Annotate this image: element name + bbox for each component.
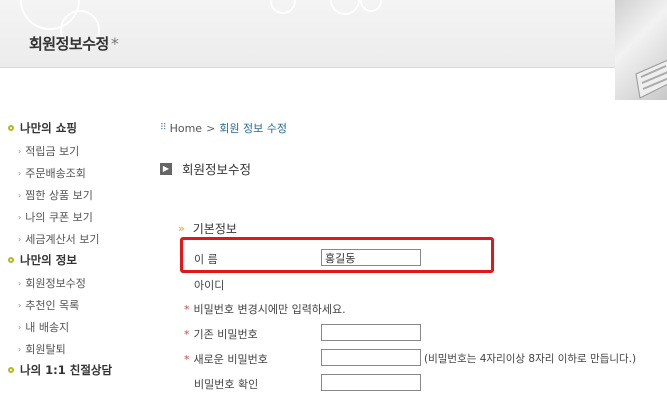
current-password-field[interactable] bbox=[321, 324, 421, 341]
chevron-right-icon: › bbox=[18, 300, 22, 310]
password-note-text: 비밀번호 변경시에만 입력하세요. bbox=[193, 303, 346, 316]
name-field[interactable] bbox=[321, 249, 421, 266]
nav-item-order-tracking[interactable]: › 주문배송조회 bbox=[8, 162, 148, 184]
nav-group-label: 나만의 쇼핑 bbox=[20, 121, 77, 135]
breadcrumb-home[interactable]: Home bbox=[170, 122, 202, 135]
id-label: 아이디 bbox=[194, 279, 225, 292]
page-title: 회원정보수정 bbox=[182, 162, 252, 177]
nav-item-points[interactable]: › 적립금 보기 bbox=[8, 140, 148, 162]
nav-group-label: 나만의 정보 bbox=[20, 253, 77, 267]
nav-item-coupons[interactable]: › 나의 쿠폰 보기 bbox=[8, 206, 148, 228]
current-password-label: * 기존 비밀번호 bbox=[184, 326, 258, 342]
double-chevron-icon: » bbox=[178, 222, 185, 235]
nav-group-shopping[interactable]: 나만의 쇼핑 bbox=[8, 118, 148, 138]
bullet-circle-icon bbox=[8, 257, 14, 263]
decor-circle bbox=[330, 0, 360, 15]
new-password-hint: (비밀번호는 4자리이상 8자리 이하로 만듭니다.) bbox=[424, 353, 637, 365]
confirm-password-label: 비밀번호 확인 bbox=[194, 378, 259, 391]
nav-group-label: 나의 1:1 친절상담 bbox=[20, 363, 113, 377]
chevron-right-icon: › bbox=[18, 234, 22, 244]
sidebar-nav: 나만의 쇼핑 › 적립금 보기 › 주문배송조회 › 찜한 상품 보기 › 나의 쿠폰 … bbox=[8, 118, 148, 382]
section-title: » 기본정보 bbox=[178, 220, 237, 237]
breadcrumb-separator: > bbox=[206, 121, 216, 135]
decor-circle bbox=[270, 0, 296, 14]
square-arrow-icon: ▶ bbox=[160, 162, 172, 175]
breadcrumb-current: 회원 정보 수정 bbox=[219, 122, 288, 135]
chevron-right-icon: › bbox=[18, 212, 22, 222]
chevron-right-icon: › bbox=[18, 278, 22, 288]
nav-item-label: 추천인 목록 bbox=[25, 299, 80, 312]
header-banner: 회원정보수정 * bbox=[0, 0, 615, 68]
nav-item-label: 회원탈퇴 bbox=[25, 343, 66, 356]
keyboard-icon bbox=[635, 59, 667, 99]
nav-item-label: 적립금 보기 bbox=[25, 145, 80, 158]
decor-circle bbox=[360, 0, 382, 12]
page-title-row: ▶ 회원정보수정 bbox=[160, 159, 251, 178]
nav-item-referrals[interactable]: › 추천인 목록 bbox=[8, 294, 148, 316]
breadcrumb: ⠿ Home > 회원 정보 수정 bbox=[160, 120, 287, 136]
chevron-right-icon: › bbox=[18, 190, 22, 200]
nav-item-edit-profile[interactable]: › 회원정보수정 bbox=[8, 272, 148, 294]
nav-item-label: 찜한 상품 보기 bbox=[25, 189, 93, 202]
password-note: * 비밀번호 변경시에만 입력하세요. bbox=[184, 301, 346, 317]
required-mark: * bbox=[184, 328, 190, 341]
section-title-text: 기본정보 bbox=[192, 222, 237, 236]
confirm-password-field[interactable] bbox=[321, 374, 421, 391]
chevron-right-icon: › bbox=[18, 146, 22, 156]
nav-item-wishlist[interactable]: › 찜한 상품 보기 bbox=[8, 184, 148, 206]
current-password-label-text: 기존 비밀번호 bbox=[193, 328, 258, 341]
bullet-circle-icon bbox=[8, 367, 14, 373]
nav-item-tax-invoice[interactable]: › 세금계산서 보기 bbox=[8, 228, 148, 250]
nav-item-label: 회원정보수정 bbox=[25, 277, 86, 290]
nav-item-label: 내 배송지 bbox=[25, 321, 70, 334]
header-title-text: 회원정보수정 bbox=[29, 35, 109, 53]
header-title-mark: * bbox=[110, 34, 119, 53]
nav-item-label: 나의 쿠폰 보기 bbox=[25, 211, 93, 224]
bullet-circle-icon bbox=[8, 125, 14, 131]
grid-icon: ⠿ bbox=[160, 123, 167, 133]
header-title: 회원정보수정 * bbox=[29, 33, 119, 54]
required-mark: * bbox=[184, 353, 190, 366]
nav-group-consult[interactable]: 나의 1:1 친절상담 bbox=[8, 360, 148, 380]
nav-item-addresses[interactable]: › 내 배송지 bbox=[8, 316, 148, 338]
new-password-field[interactable] bbox=[321, 349, 421, 366]
chevron-right-icon: › bbox=[18, 322, 22, 332]
required-mark: * bbox=[184, 303, 190, 316]
nav-item-label: 주문배송조회 bbox=[25, 167, 86, 180]
new-password-label: * 새로운 비밀번호 bbox=[184, 351, 268, 367]
chevron-right-icon: › bbox=[18, 344, 22, 354]
nav-group-my-info[interactable]: 나만의 정보 bbox=[8, 250, 148, 270]
new-password-label-text: 새로운 비밀번호 bbox=[193, 353, 268, 366]
nav-item-label: 세금계산서 보기 bbox=[25, 233, 100, 246]
name-label: 이 름 bbox=[194, 253, 218, 266]
chevron-right-icon: › bbox=[18, 168, 22, 178]
nav-item-withdraw[interactable]: › 회원탈퇴 bbox=[8, 338, 148, 360]
